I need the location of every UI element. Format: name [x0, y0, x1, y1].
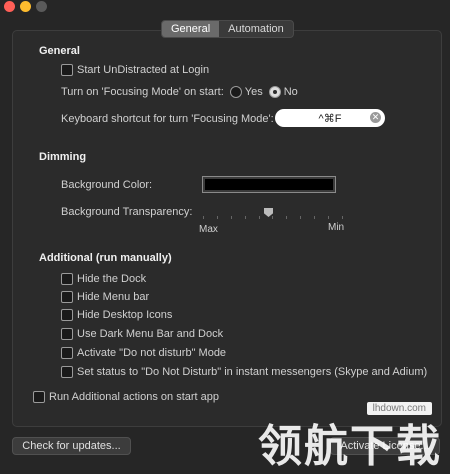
shortcut-label: Keyboard shortcut for turn 'Focusing Mod…: [61, 113, 274, 125]
section-title-general: General: [39, 45, 80, 57]
additional-item[interactable]: Activate "Do not disturb" Mode: [61, 347, 226, 359]
zoom-window-button[interactable]: [36, 1, 47, 12]
tab-bar: General Automation: [161, 20, 294, 38]
background-color-well[interactable]: [202, 176, 336, 193]
do-not-disturb-label: Activate "Do not disturb" Mode: [77, 347, 227, 359]
bg-transparency-row: Background Transparency:: [61, 206, 192, 218]
shortcut-row: Keyboard shortcut for turn 'Focusing Mod…: [61, 113, 274, 125]
focus-on-start-row: Turn on 'Focusing Mode' on start: Yes No: [61, 86, 298, 98]
do-not-disturb-checkbox[interactable]: [61, 347, 73, 359]
start-at-login-label: Start UnDistracted at Login: [77, 64, 210, 76]
slider-min-label: Min: [328, 222, 345, 233]
dark-menu-bar-label: Use Dark Menu Bar and Dock: [77, 328, 224, 340]
bg-color-row: Background Color:: [61, 179, 152, 191]
im-status-checkbox[interactable]: [61, 366, 73, 378]
focus-on-start-label: Turn on 'Focusing Mode' on start:: [61, 86, 224, 98]
watermark-text: 领航下载: [258, 421, 442, 472]
slider-max-label: Max: [199, 224, 218, 235]
run-on-start-label: Run Additional actions on start app: [49, 391, 220, 403]
slider-ticks: [203, 216, 343, 219]
minimize-window-button[interactable]: [20, 1, 31, 12]
hide-menu-bar-label: Hide Menu bar: [77, 291, 150, 303]
additional-item[interactable]: Hide the Dock: [61, 273, 146, 285]
additional-item[interactable]: Hide Desktop Icons: [61, 309, 172, 321]
hide-desktop-icons-label: Hide Desktop Icons: [77, 309, 173, 321]
additional-item[interactable]: Hide Menu bar: [61, 291, 149, 303]
radio-no-label: No: [283, 86, 298, 98]
tab-automation[interactable]: Automation: [219, 21, 293, 37]
hide-desktop-icons-checkbox[interactable]: [61, 309, 73, 321]
window-controls: [4, 1, 47, 12]
hide-dock-label: Hide the Dock: [77, 273, 147, 285]
run-on-start-row[interactable]: Run Additional actions on start app: [33, 391, 219, 403]
hide-dock-checkbox[interactable]: [61, 273, 73, 285]
bg-transparency-label: Background Transparency:: [61, 206, 193, 218]
tab-general[interactable]: General: [162, 21, 220, 37]
clear-icon[interactable]: ✕: [370, 112, 381, 123]
color-swatch: [205, 179, 333, 190]
close-window-button[interactable]: [4, 1, 15, 12]
run-on-start-checkbox[interactable]: [33, 391, 45, 403]
start-at-login-checkbox[interactable]: [61, 64, 73, 76]
additional-item[interactable]: Set status to "Do Not Disturb" in instan…: [61, 366, 427, 378]
transparency-slider-track[interactable]: [203, 211, 343, 213]
start-at-login-row[interactable]: Start UnDistracted at Login: [61, 64, 209, 76]
additional-item[interactable]: Use Dark Menu Bar and Dock: [61, 328, 223, 340]
radio-no[interactable]: [268, 86, 281, 98]
dark-menu-bar-checkbox[interactable]: [61, 328, 73, 340]
section-title-additional: Additional (run manually): [39, 252, 172, 264]
shortcut-value: ^⌘F: [318, 112, 342, 125]
radio-yes[interactable]: [229, 86, 242, 98]
section-title-dimming: Dimming: [39, 151, 87, 163]
hide-menu-bar-checkbox[interactable]: [61, 291, 73, 303]
shortcut-recorder-field[interactable]: ^⌘F ✕: [275, 109, 385, 127]
radio-yes-label: Yes: [244, 86, 263, 98]
im-status-label: Set status to "Do Not Disturb" in instan…: [77, 366, 428, 378]
bg-color-label: Background Color:: [61, 179, 153, 191]
check-updates-button[interactable]: Check for updates...: [12, 437, 131, 455]
